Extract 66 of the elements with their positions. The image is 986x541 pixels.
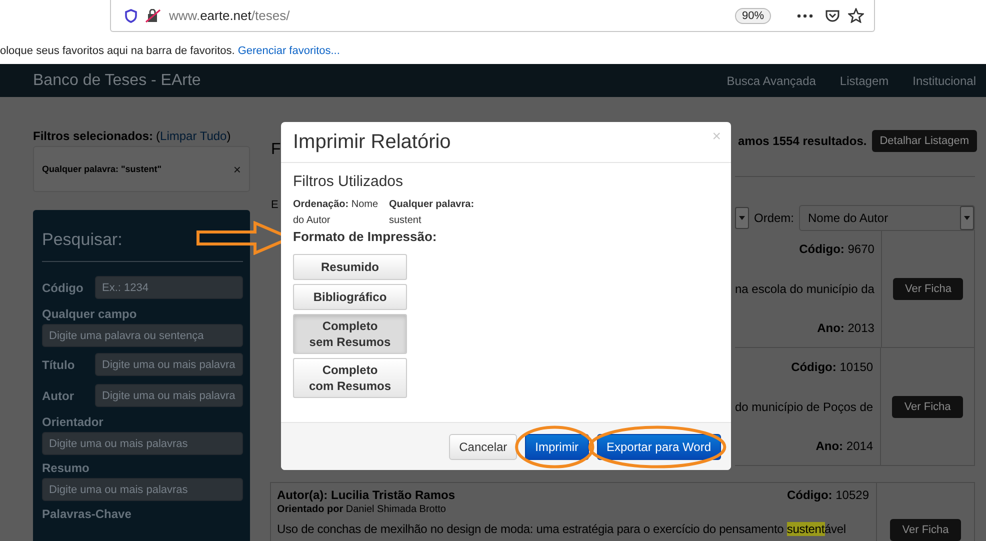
crossed-lock-icon[interactable] [145, 8, 161, 22]
nav-link[interactable]: Busca Avançada [726, 74, 816, 88]
field-label: Palavras-Chave [42, 507, 132, 521]
select-caret-icon[interactable] [735, 207, 749, 229]
site-brand[interactable]: Banco de Teses - EArte [33, 72, 201, 90]
format-option[interactable]: Completo sem Resumos [293, 314, 407, 354]
url-text[interactable]: www.earte.net/teses/ [169, 8, 727, 23]
view-record-button[interactable]: Ver Ficha [892, 396, 963, 418]
field-label: Qualquer campo [42, 307, 138, 321]
shield-icon[interactable] [125, 8, 137, 22]
search-field[interactable]: Digite uma palavra ou sentença [42, 324, 243, 347]
label-fragment: E [271, 199, 278, 211]
title-fragment: na escola do município da [735, 282, 874, 296]
order-select[interactable]: Nome do Autor [799, 205, 975, 231]
field-label: Título [42, 358, 76, 372]
code-text: Código: 9670 [799, 242, 874, 256]
star-icon[interactable] [848, 8, 864, 23]
thesis-title: Uso de conchas de mexilhão no design de moda: uma estratégia para o exercício do pensamento sustentável [277, 522, 847, 536]
results-count: amos 1554 resultados. [738, 134, 867, 148]
zoom-badge[interactable]: 90% [734, 8, 771, 24]
parenthesis: ( [156, 129, 160, 143]
detail-list-button[interactable]: Detalhar Listagem [872, 130, 977, 152]
caret-icon[interactable] [960, 206, 974, 230]
code-text: Código: 10150 [791, 360, 874, 374]
field-label: Autor [42, 388, 75, 402]
nav-link[interactable]: Institucional [912, 74, 976, 88]
pocket-icon[interactable] [825, 8, 840, 22]
format-option[interactable]: Resumido [293, 254, 407, 280]
filters-heading: Filtros selecionados: [33, 129, 154, 143]
order-label: Ordem: [754, 211, 794, 225]
code-text: Código: 10529 [786, 488, 869, 502]
author-text: Autor(a): Lucilia Tristão Ramos [277, 488, 456, 502]
address-bar[interactable]: www.earte.net/teses/ 90% [110, 0, 875, 32]
search-field[interactable]: Digite uma ou mais palavra [95, 353, 243, 376]
used-filter: Ordenação: Nome do Autor [293, 198, 379, 228]
format-option[interactable]: Bibliográfico [293, 284, 407, 310]
search-title: Pesquisar: [42, 230, 124, 251]
search-field[interactable]: Ex.: 1234 [95, 276, 243, 299]
title-fragment: do município de Poços de [735, 400, 874, 414]
field-label: Orientador [42, 415, 104, 429]
bookmarks-hint: oloque seus favoritos aqui na barra de favoritos. [0, 45, 235, 57]
view-record-button[interactable]: Ver Ficha [890, 519, 961, 541]
search-field[interactable]: Digite uma ou mais palavras [42, 432, 243, 455]
filter-label: Qualquer palavra: "sustent" [42, 164, 162, 174]
format-option[interactable]: Completo com Resumos [293, 358, 407, 398]
field-label: Resumo [42, 461, 90, 475]
advisor-text: Orientado por Daniel Shimada Brotto [277, 504, 447, 515]
remove-filter-button[interactable]: × [233, 162, 241, 176]
parenthesis: ) [226, 129, 231, 143]
nav-link[interactable]: Listagem [840, 74, 889, 88]
field-label: Código [42, 280, 84, 294]
format-heading: Formato de Impressão: [293, 229, 438, 244]
dialog-title: Imprimir Relatório [293, 130, 451, 154]
search-field[interactable]: Digite uma ou mais palavras [42, 478, 243, 501]
manage-bookmarks-link[interactable]: Gerenciar favoritos... [238, 45, 340, 57]
year-text: Ano: 2013 [817, 321, 874, 335]
year-text: Ano: 2014 [816, 439, 874, 453]
used-filter: Qualquer palavra: sustent [389, 198, 475, 228]
search-field[interactable]: Digite uma ou mais palavra [95, 384, 243, 407]
more-icon[interactable] [797, 14, 813, 18]
dialog-button[interactable]: Exportar para Word [596, 434, 721, 460]
dialog-button[interactable]: Imprimir [525, 434, 588, 460]
heading-fragment: F [271, 141, 281, 159]
view-record-button[interactable]: Ver Ficha [892, 278, 964, 300]
dialog-button[interactable]: Cancelar [449, 434, 518, 460]
section-heading: Filtros Utilizados [293, 173, 404, 190]
